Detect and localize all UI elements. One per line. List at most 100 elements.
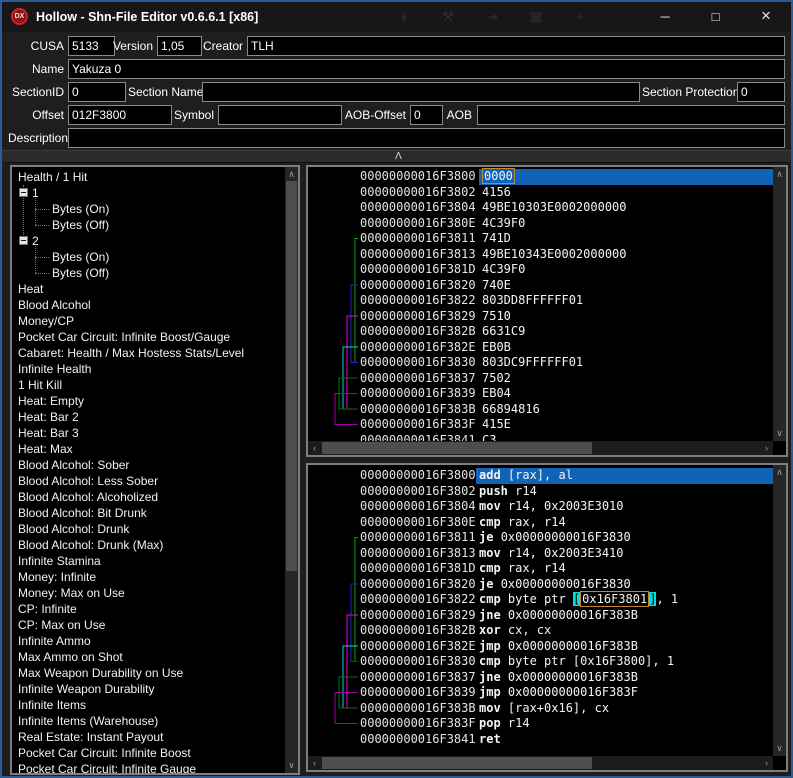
asm-row[interactable]: 00000000016F3802push r14 [308,484,773,500]
asm-row[interactable]: 00000000016F3811je 0x00000000016F3830 [308,530,773,546]
creator-input[interactable] [247,36,785,56]
scrollbar-thumb[interactable] [322,442,592,454]
hex-row[interactable]: 00000000016F380449BE10303E0002000000 [308,200,773,216]
tree-collapse-box[interactable] [19,236,28,245]
description-input[interactable] [68,128,785,148]
tree-item[interactable]: Heat: Max [18,441,73,457]
tree-item[interactable]: Max Weapon Durability on Use [18,665,183,681]
scroll-down-icon[interactable]: ∨ [773,743,786,754]
tree-item[interactable]: Infinite Health [18,361,91,377]
tree-item[interactable]: Bytes (Off) [52,265,109,281]
tree-item[interactable]: Blood Alcohol: Bit Drunk [18,505,147,521]
hex-row[interactable]: 00000000016F38377502 [308,371,773,387]
tree-item[interactable]: Money: Infinite [18,569,96,585]
hex-row[interactable]: 00000000016F383F415E [308,417,773,433]
section-protection-input[interactable] [737,82,785,102]
asm-row[interactable]: 00000000016F380Ecmp rax, r14 [308,515,773,531]
hex-vertical-scrollbar[interactable]: ∧ ∨ [773,167,786,441]
tree-item[interactable]: Blood Alcohol [18,297,91,313]
tree-item[interactable]: Blood Alcohol: Less Sober [18,473,158,489]
close-button[interactable]: × [743,2,789,32]
hex-row[interactable]: 00000000016F3841C3 [308,433,773,442]
tree-item[interactable]: Heat: Bar 2 [18,409,79,425]
tree-item[interactable]: Infinite Stamina [18,553,101,569]
tree-item[interactable]: Heat: Bar 3 [18,425,79,441]
asm-row[interactable]: 00000000016F3841ret [308,732,773,748]
scroll-down-icon[interactable]: ∨ [773,428,786,439]
tree-collapse-box[interactable] [19,188,28,197]
tree-item[interactable]: Cabaret: Health / Max Hostess Stats/Leve… [18,345,244,361]
hex-row[interactable]: 00000000016F383B66894816 [308,402,773,418]
tree-item[interactable]: Heat [18,281,43,297]
section-name-input[interactable] [202,82,640,102]
aob-offset-input[interactable] [410,105,443,125]
scroll-right-icon[interactable]: › [760,443,773,453]
hex-row[interactable]: 00000000016F380E4C39F0 [308,216,773,232]
minimize-button[interactable]: ─ [642,3,688,33]
scroll-up-icon[interactable]: ∧ [773,467,786,478]
tree-item[interactable]: Infinite Weapon Durability [18,681,155,697]
section-id-input[interactable] [68,82,126,102]
tree-vertical-scrollbar[interactable]: ∧ ∨ [285,167,298,773]
hex-row[interactable]: 00000000016F38024156 [308,185,773,201]
asm-row[interactable]: 00000000016F3822cmp byte ptr [0x16F3801]… [308,592,773,608]
titlebar[interactable]: DX Hollow - Shn-File Editor v0.6.6.1 [x8… [2,2,791,32]
asm-vertical-scrollbar[interactable]: ∧ ∨ [773,465,786,756]
tree-item[interactable]: Money/CP [18,313,74,329]
version-input[interactable] [157,36,202,56]
tree-item[interactable]: Infinite Ammo [18,633,91,649]
maximize-button[interactable]: □ [693,3,739,33]
asm-row[interactable]: 00000000016F3837jne 0x00000000016F383B [308,670,773,686]
scroll-left-icon[interactable]: ‹ [308,758,321,768]
tree-item[interactable]: Pocket Car Circuit: Infinite Gauge [18,761,196,773]
symbol-input[interactable] [218,105,342,125]
tree-item[interactable]: Infinite Items (Warehouse) [18,713,158,729]
collapse-splitter-button[interactable]: Λ [2,150,793,163]
scroll-left-icon[interactable]: ‹ [308,443,321,453]
asm-horizontal-scrollbar[interactable]: ‹ › [308,756,773,770]
tree-item[interactable]: Health / 1 Hit [18,169,87,185]
hex-row[interactable]: 00000000016F382EEB0B [308,340,773,356]
hex-row[interactable]: 00000000016F3820740E [308,278,773,294]
tree-item[interactable]: Bytes (On) [52,201,109,217]
cusa-input[interactable] [68,36,115,56]
scroll-up-icon[interactable]: ∧ [285,169,298,180]
asm-row[interactable]: 00000000016F382Bxor cx, cx [308,623,773,639]
tree-item[interactable]: CP: Infinite [18,601,77,617]
asm-row[interactable]: 00000000016F3813mov r14, 0x2003E3410 [308,546,773,562]
hex-row[interactable]: 00000000016F381D4C39F0 [308,262,773,278]
tree-item[interactable]: Blood Alcohol: Drunk (Max) [18,537,163,553]
tree-item[interactable]: CP: Max on Use [18,617,105,633]
tree-item[interactable]: Blood Alcohol: Alcoholized [18,489,158,505]
hex-row[interactable]: 00000000016F38000000 [308,169,773,185]
asm-row[interactable]: 00000000016F3830cmp byte ptr [0x16F3800]… [308,654,773,670]
hex-row[interactable]: 00000000016F382B6631C9 [308,324,773,340]
offset-input[interactable] [68,105,172,125]
asm-row[interactable]: 00000000016F383Bmov [rax+0x16], cx [308,701,773,717]
hex-row[interactable]: 00000000016F3822803DD8FFFFFF01 [308,293,773,309]
tree-item[interactable]: Pocket Car Circuit: Infinite Boost [18,745,191,761]
scroll-up-icon[interactable]: ∧ [773,169,786,180]
asm-row[interactable]: 00000000016F3800add [rax], al [308,468,773,484]
tree-item[interactable]: 1 Hit Kill [18,377,62,393]
name-input[interactable] [68,59,785,79]
tree-item[interactable]: Bytes (On) [52,249,109,265]
hex-row[interactable]: 00000000016F381349BE10343E0002000000 [308,247,773,263]
hex-row[interactable]: 00000000016F3811741D [308,231,773,247]
aob-input[interactable] [477,105,785,125]
tree-item[interactable]: Bytes (Off) [52,217,109,233]
scrollbar-thumb[interactable] [286,181,297,571]
asm-row[interactable]: 00000000016F383Fpop r14 [308,716,773,732]
tree-item[interactable]: Blood Alcohol: Sober [18,457,129,473]
hex-row[interactable]: 00000000016F3839EB04 [308,386,773,402]
tree-item[interactable]: Heat: Empty [18,393,84,409]
asm-row[interactable]: 00000000016F3829jne 0x00000000016F383B [308,608,773,624]
asm-row[interactable]: 00000000016F3804mov r14, 0x2003E3010 [308,499,773,515]
hex-row[interactable]: 00000000016F38297510 [308,309,773,325]
tree-item[interactable]: Blood Alcohol: Drunk [18,521,129,537]
tree-item[interactable]: Pocket Car Circuit: Infinite Boost/Gauge [18,329,230,345]
tree-item[interactable]: Infinite Items [18,697,86,713]
asm-row[interactable]: 00000000016F3839jmp 0x00000000016F383F [308,685,773,701]
tree-item[interactable]: Max Ammo on Shot [18,649,123,665]
scrollbar-thumb[interactable] [322,757,592,769]
